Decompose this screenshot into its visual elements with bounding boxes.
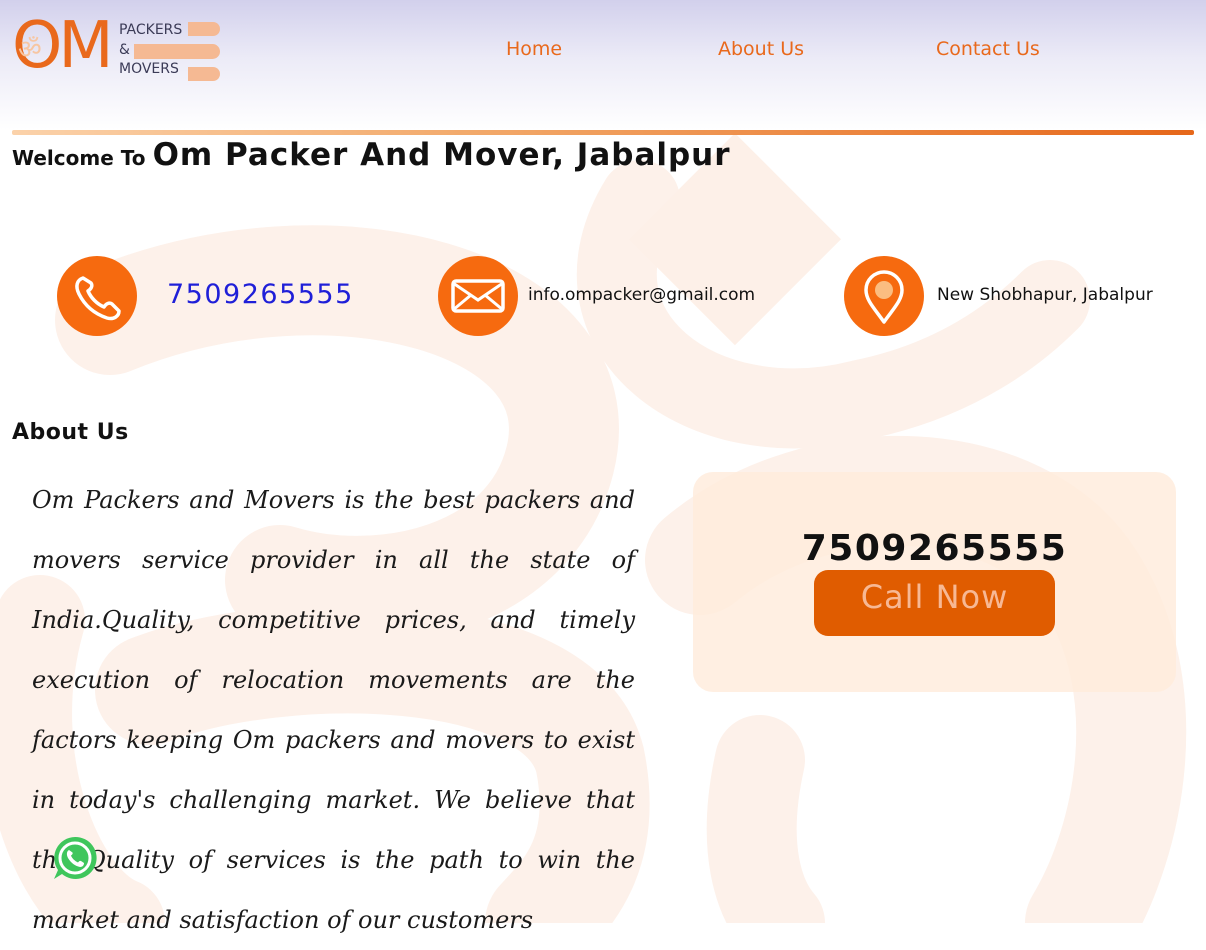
logo-text-ampersand: & xyxy=(119,42,130,58)
about-paragraph: Om Packers and Movers is the best packer… xyxy=(32,486,635,934)
site-header: OM ॐ PACKERS & MOVERS Home About Us Cont… xyxy=(0,0,1206,130)
page-title: Om Packer And Mover, Jabalpur xyxy=(152,137,731,173)
logo-text-movers: MOVERS xyxy=(119,61,179,77)
nav-about-link[interactable]: About Us xyxy=(718,38,804,60)
call-card-phone-number: 7509265555 xyxy=(801,528,1068,569)
welcome-heading: Welcome To Om Packer And Mover, Jabalpur xyxy=(12,137,731,173)
header-divider xyxy=(12,130,1194,135)
mail-icon[interactable] xyxy=(438,256,518,336)
office-address: New Shobhapur, Jabalpur xyxy=(937,285,1153,305)
company-logo[interactable]: OM ॐ PACKERS & MOVERS xyxy=(12,10,224,82)
about-heading: About Us xyxy=(12,420,129,445)
nav-contact-link[interactable]: Contact Us xyxy=(936,38,1040,60)
welcome-prefix: Welcome To xyxy=(12,146,146,170)
logo-text-packers: PACKERS xyxy=(119,22,183,38)
call-card: 7509265555 Call Now xyxy=(693,472,1176,692)
phone-number-link[interactable]: 7509265555 xyxy=(167,279,354,310)
om-symbol-icon: ॐ xyxy=(18,35,42,65)
call-now-button[interactable]: Call Now xyxy=(814,570,1055,636)
nav-home-link[interactable]: Home xyxy=(506,38,562,60)
email-address[interactable]: info.ompacker@gmail.com xyxy=(528,285,755,305)
location-pin-icon xyxy=(844,256,924,336)
whatsapp-icon[interactable] xyxy=(51,834,99,882)
phone-icon[interactable] xyxy=(57,256,137,336)
